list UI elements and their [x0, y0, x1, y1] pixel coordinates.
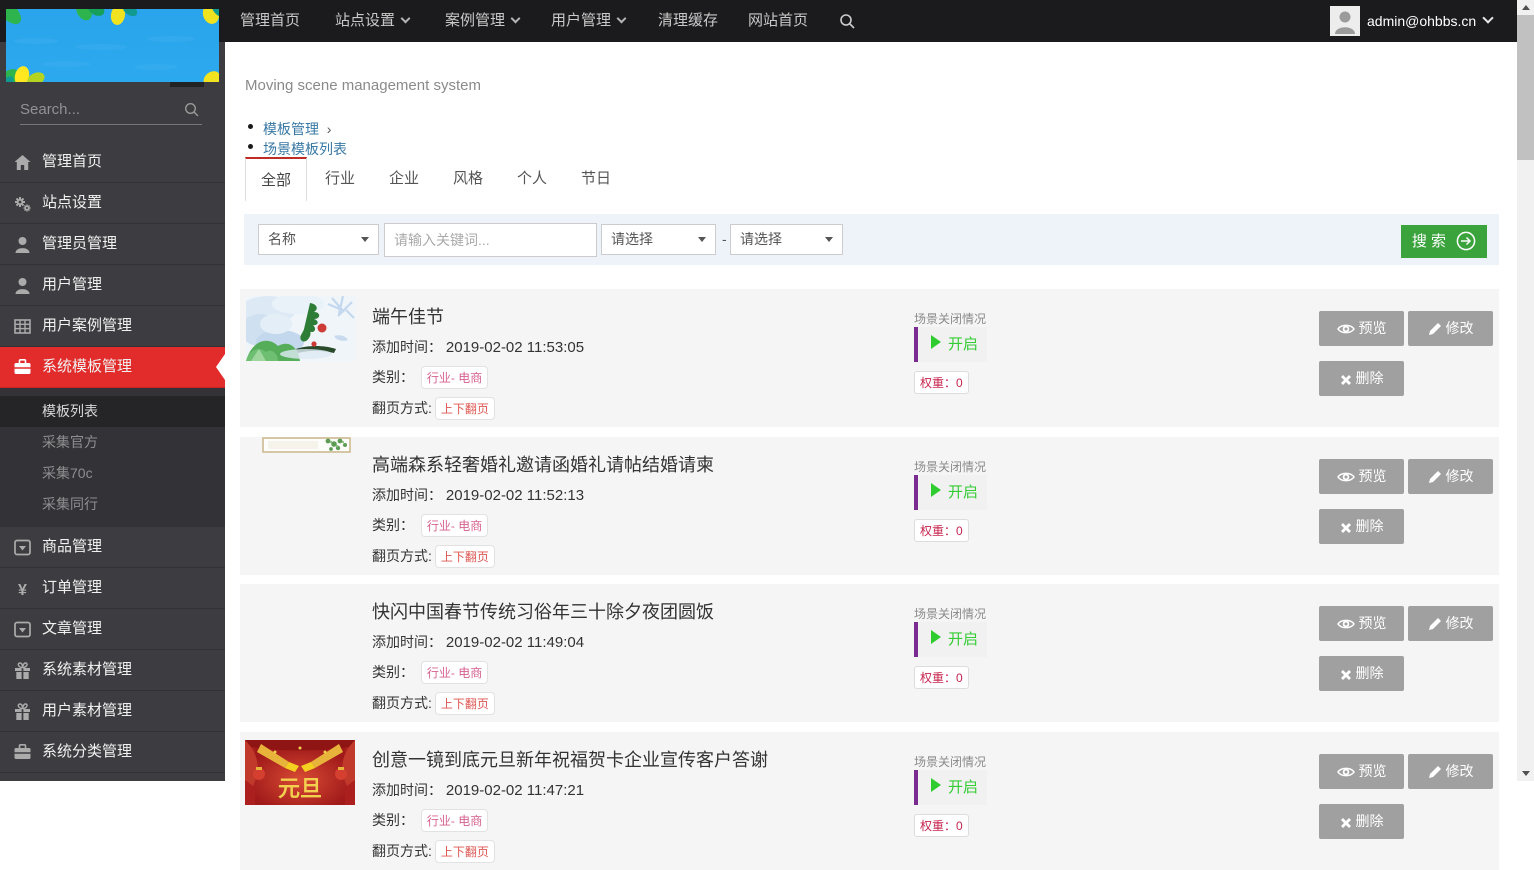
svg-text:¥: ¥ [18, 582, 27, 597]
svg-text:元旦: 元旦 [278, 776, 322, 801]
